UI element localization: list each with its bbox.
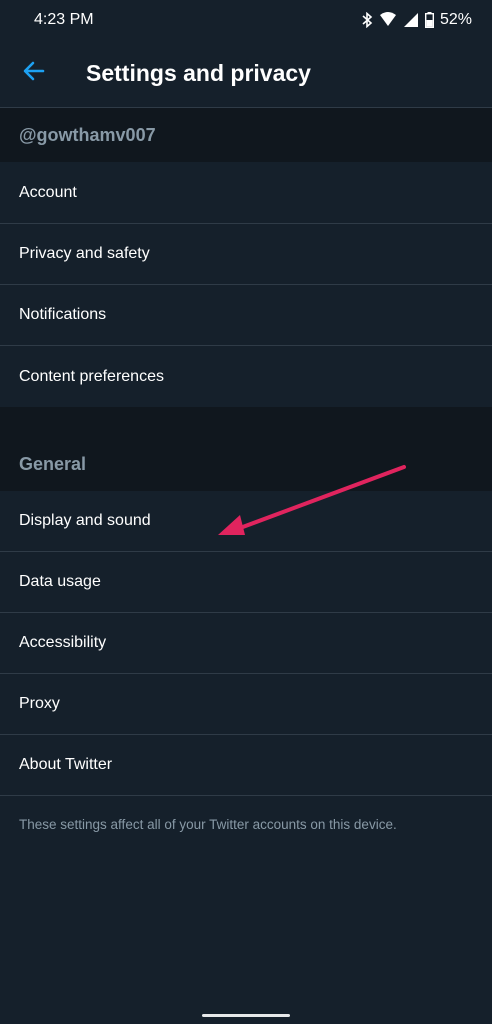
settings-screen: 4:23 PM 52% Settings and privacy @gowtha… (0, 0, 492, 1024)
menu-item-privacy-and-safety[interactable]: Privacy and safety (0, 224, 492, 285)
header-bar: Settings and privacy (0, 40, 492, 108)
status-icons: 52% (361, 11, 472, 29)
footer-note: These settings affect all of your Twitte… (19, 817, 397, 832)
menu-item-account[interactable]: Account (0, 163, 492, 224)
battery-percent: 52% (439, 11, 472, 28)
signal-icon (403, 12, 419, 28)
menu-item-display-and-sound[interactable]: Display and sound (0, 491, 492, 552)
general-section-header: General (0, 407, 492, 491)
menu-item-data-usage[interactable]: Data usage (0, 552, 492, 613)
back-arrow-icon (23, 61, 45, 86)
menu-item-about-twitter[interactable]: About Twitter (0, 735, 492, 796)
general-menu-list: Display and sound Data usage Accessibili… (0, 491, 492, 796)
menu-item-notifications[interactable]: Notifications (0, 285, 492, 346)
menu-item-content-preferences[interactable]: Content preferences (0, 346, 492, 407)
bluetooth-icon (361, 12, 373, 28)
page-title: Settings and privacy (86, 60, 311, 86)
status-bar: 4:23 PM 52% (0, 0, 492, 40)
back-button[interactable] (10, 50, 58, 98)
account-menu-list: Account Privacy and safety Notifications… (0, 163, 492, 407)
home-indicator[interactable] (202, 1014, 290, 1017)
menu-item-accessibility[interactable]: Accessibility (0, 613, 492, 674)
status-time: 4:23 PM (34, 11, 94, 28)
wifi-icon (379, 12, 397, 28)
account-section-header: @gowthamv007 (0, 108, 492, 162)
menu-item-proxy[interactable]: Proxy (0, 674, 492, 735)
battery-icon (424, 12, 434, 28)
